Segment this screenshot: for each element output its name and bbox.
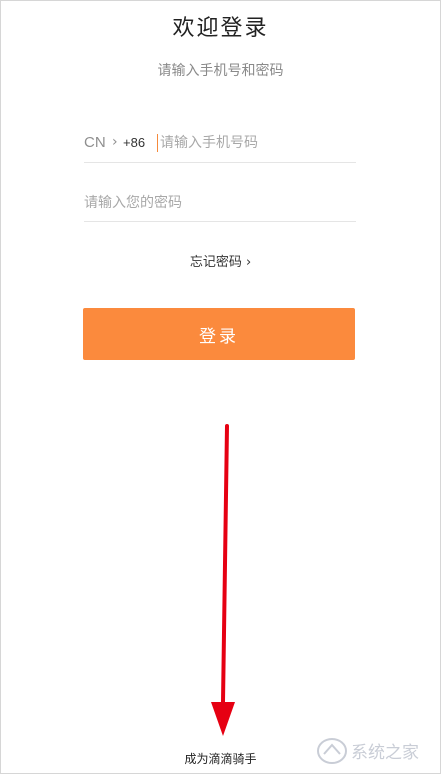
phone-field-row: CN › +86 xyxy=(84,122,356,163)
dial-prefix: +86 xyxy=(123,135,146,150)
down-arrow-icon xyxy=(211,424,235,736)
page-title: 欢迎登录 xyxy=(172,16,269,41)
password-field-row xyxy=(84,182,356,222)
page-subtitle: 请输入手机号和密码 xyxy=(157,63,284,79)
watermark-logo: 系统之家 xyxy=(317,738,419,764)
text-cursor xyxy=(157,134,158,152)
country-code-selector[interactable]: CN xyxy=(84,134,106,151)
forgot-password-link[interactable]: 忘记密码 › xyxy=(0,251,441,270)
login-button[interactable]: 登录 xyxy=(83,308,355,360)
chevron-right-icon[interactable]: › xyxy=(112,134,118,150)
svg-text:系统之家: 系统之家 xyxy=(351,743,419,763)
password-input[interactable] xyxy=(84,190,344,216)
phone-number-input[interactable] xyxy=(160,130,350,156)
